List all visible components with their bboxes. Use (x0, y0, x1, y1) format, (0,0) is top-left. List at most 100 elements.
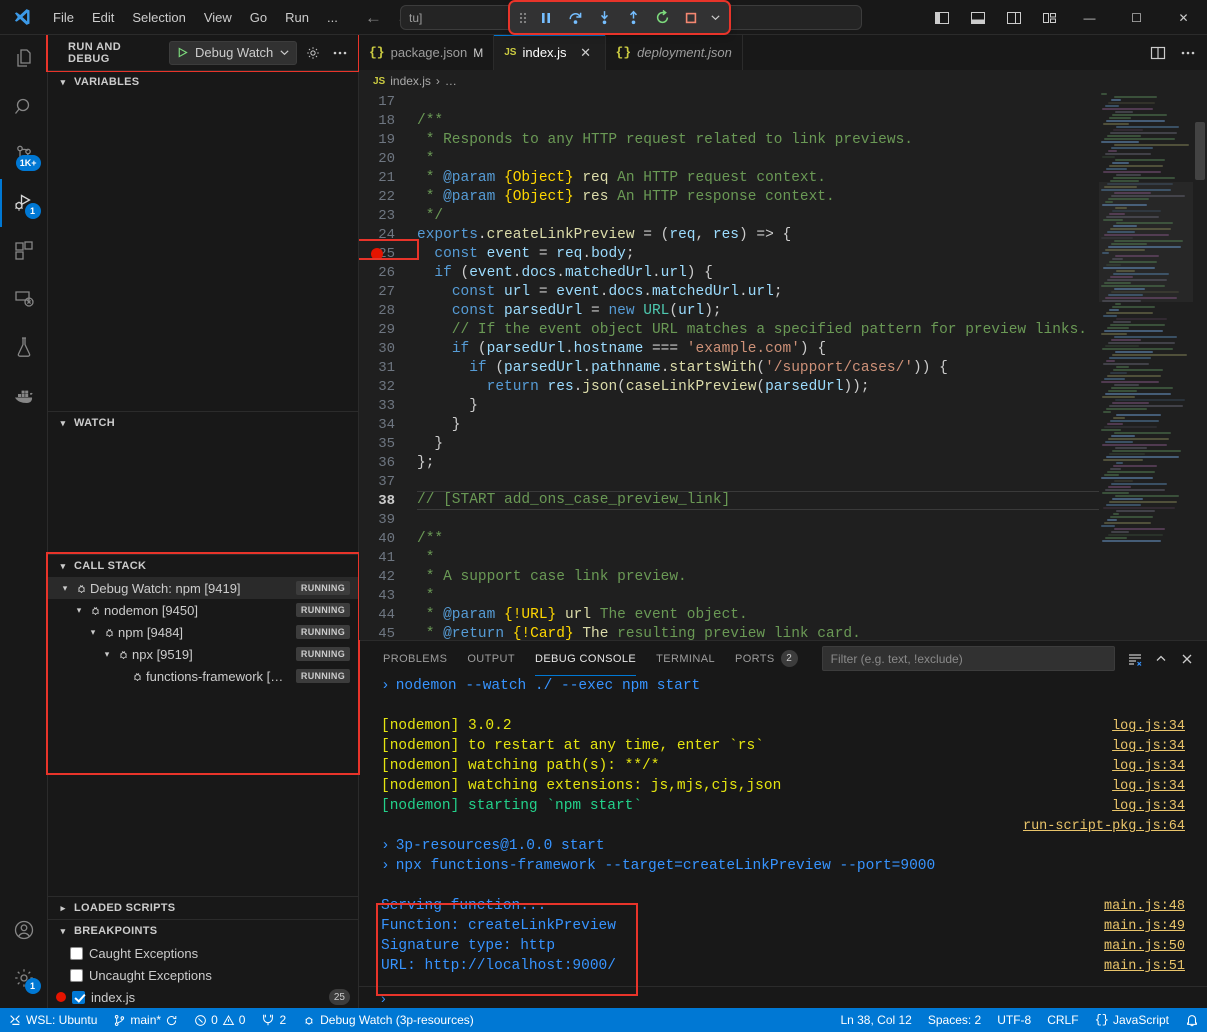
line-content[interactable]: if (parsedUrl.pathname.startsWith('/supp… (417, 360, 1099, 376)
activity-item-run-and-debug[interactable]: 1 (0, 179, 48, 227)
call-stack-row[interactable]: ▾ npm [9484] RUNNING (48, 621, 358, 643)
chevron-down-icon[interactable]: ▾ (72, 605, 86, 616)
code-line[interactable]: 26 if (event.docs.matchedUrl.url) { (359, 263, 1099, 282)
breadcrumb-symbol[interactable]: … (445, 74, 457, 88)
toggle-panel-icon[interactable] (961, 3, 995, 33)
console-source-link[interactable]: log.js:34 (1112, 777, 1185, 797)
code-line[interactable]: 36}; (359, 453, 1099, 472)
line-content[interactable]: */ (417, 208, 1099, 224)
debug-console-output[interactable]: ›nodemon --watch ./ --exec npm start [no… (359, 676, 1207, 986)
menu-more[interactable]: ... (318, 7, 347, 28)
code-line[interactable]: 23 */ (359, 206, 1099, 225)
breadcrumb-file[interactable]: index.js (390, 74, 431, 88)
console-source-link[interactable]: log.js:34 (1112, 757, 1185, 777)
status-indentation[interactable]: Spaces: 2 (920, 1008, 989, 1032)
line-content[interactable]: exports.createLinkPreview = (req, res) =… (417, 227, 1099, 243)
console-source-link[interactable]: run-script-pkg.js:64 (1023, 817, 1185, 837)
line-content[interactable]: * @return {!Card} The resulting preview … (417, 626, 1099, 641)
code-line[interactable]: 44 * @param {!URL} url The event object. (359, 605, 1099, 624)
activity-item-search[interactable] (0, 83, 48, 131)
restart-button[interactable] (648, 5, 676, 30)
code-line[interactable]: 39 (359, 510, 1099, 529)
line-content[interactable]: * @param {Object} req An HTTP request co… (417, 170, 1099, 186)
line-content[interactable]: if (event.docs.matchedUrl.url) { (417, 265, 1099, 281)
code-line[interactable]: 41 * (359, 548, 1099, 567)
status-ports[interactable]: 2 (253, 1008, 294, 1032)
code-line[interactable]: 25 const event = req.body; (359, 244, 1099, 263)
code-line[interactable]: 29 // If the event object URL matches a … (359, 320, 1099, 339)
call-stack-row[interactable]: functions-framework [954… RUNNING (48, 665, 358, 687)
activity-item-source-control[interactable]: 1K+ (0, 131, 48, 179)
code-line[interactable]: 32 return res.json(caseLinkPreview(parse… (359, 377, 1099, 396)
sidebar-more-actions-icon[interactable] (330, 42, 350, 64)
minimap[interactable] (1099, 92, 1193, 640)
code-line[interactable]: 22 * @param {Object} res An HTTP respons… (359, 187, 1099, 206)
tab-problems[interactable]: PROBLEMS (373, 641, 457, 676)
line-content[interactable]: } (417, 417, 1099, 433)
menu-selection[interactable]: Selection (123, 7, 194, 28)
menu-file[interactable]: File (44, 7, 83, 28)
menu-view[interactable]: View (195, 7, 241, 28)
tab-package-json[interactable]: {} package.json M (359, 35, 494, 70)
debug-more-dropdown-icon[interactable] (706, 12, 724, 23)
section-header-breakpoints[interactable]: ▾ BREAKPOINTS (48, 920, 358, 942)
status-git-branch[interactable]: main* (105, 1008, 186, 1032)
clear-console-icon[interactable] (1123, 647, 1147, 671)
line-content[interactable]: } (417, 436, 1099, 452)
section-header-call-stack[interactable]: ▾ CALL STACK (48, 555, 358, 577)
line-content[interactable]: * (417, 550, 1099, 566)
menu-edit[interactable]: Edit (83, 7, 123, 28)
menu-go[interactable]: Go (241, 7, 276, 28)
editor-vertical-scrollbar[interactable] (1193, 92, 1207, 640)
section-header-loaded-scripts[interactable]: ▸ LOADED SCRIPTS (48, 897, 358, 919)
code-line[interactable]: 30 if (parsedUrl.hostname === 'example.c… (359, 339, 1099, 358)
call-stack-row[interactable]: ▾ Debug Watch: npm [9419] RUNNING (48, 577, 358, 599)
line-content[interactable]: // If the event object URL matches a spe… (417, 322, 1099, 338)
line-content[interactable]: return res.json(caseLinkPreview(parsedUr… (417, 379, 1099, 395)
go-back-icon[interactable]: ← (365, 9, 382, 26)
stop-button[interactable] (677, 5, 705, 30)
call-stack-row[interactable]: ▾ nodemon [9450] RUNNING (48, 599, 358, 621)
code-line[interactable]: 27 const url = event.docs.matchedUrl.url… (359, 282, 1099, 301)
code-line[interactable]: 35 } (359, 434, 1099, 453)
line-content[interactable]: /** (417, 531, 1099, 547)
code-line[interactable]: 28 const parsedUrl = new URL(url); (359, 301, 1099, 320)
breakpoint-checkbox[interactable] (72, 991, 85, 1004)
breakpoint-row[interactable]: Caught Exceptions (48, 942, 358, 964)
line-content[interactable]: /** (417, 113, 1099, 129)
line-content[interactable]: * @param {!URL} url The event object. (417, 607, 1099, 623)
activity-item-extensions[interactable] (0, 227, 48, 275)
line-content[interactable] (417, 474, 1099, 490)
step-out-button[interactable] (619, 5, 647, 30)
breadcrumb[interactable]: JS index.js › … (359, 70, 1207, 92)
code-line[interactable]: 40/** (359, 529, 1099, 548)
code-line[interactable]: 34 } (359, 415, 1099, 434)
toggle-primary-sidebar-icon[interactable] (925, 3, 959, 33)
pause-button[interactable] (532, 5, 560, 30)
chevron-down-icon[interactable]: ▾ (86, 627, 100, 638)
status-language-mode[interactable]: {} JavaScript (1087, 1008, 1177, 1032)
tab-debug-console[interactable]: DEBUG CONSOLE (525, 641, 646, 676)
chevron-down-icon[interactable]: ▾ (58, 583, 72, 594)
scrollbar-thumb[interactable] (1195, 122, 1205, 180)
tab-deployment-json[interactable]: {} deployment.json (606, 35, 743, 70)
section-header-variables[interactable]: ▾ VARIABLES (48, 71, 358, 93)
code-line[interactable]: 42 * A support case link preview. (359, 567, 1099, 586)
tab-index-js[interactable]: JS index.js ✕ (494, 35, 605, 70)
line-content[interactable]: const url = event.docs.matchedUrl.url; (417, 284, 1099, 300)
menu-run[interactable]: Run (276, 7, 318, 28)
line-content[interactable]: * (417, 151, 1099, 167)
editor-more-actions-icon[interactable] (1177, 42, 1199, 64)
collapse-panel-icon[interactable] (1149, 647, 1173, 671)
status-cursor-position[interactable]: Ln 38, Col 12 (832, 1008, 919, 1032)
breakpoint-marker-icon[interactable] (371, 248, 383, 260)
breakpoint-checkbox[interactable] (70, 947, 83, 960)
code-line[interactable]: 18/** (359, 111, 1099, 130)
status-notifications[interactable] (1177, 1008, 1207, 1032)
code-line[interactable]: 45 * @return {!Card} The resulting previ… (359, 624, 1099, 640)
console-filter-input[interactable]: Filter (e.g. text, !exclude) (822, 646, 1115, 671)
minimap-slider[interactable] (1099, 182, 1193, 302)
customize-layout-icon[interactable] (1033, 3, 1067, 33)
status-remote-host[interactable]: WSL: Ubuntu (0, 1008, 105, 1032)
line-content[interactable]: * A support case link preview. (417, 569, 1099, 585)
